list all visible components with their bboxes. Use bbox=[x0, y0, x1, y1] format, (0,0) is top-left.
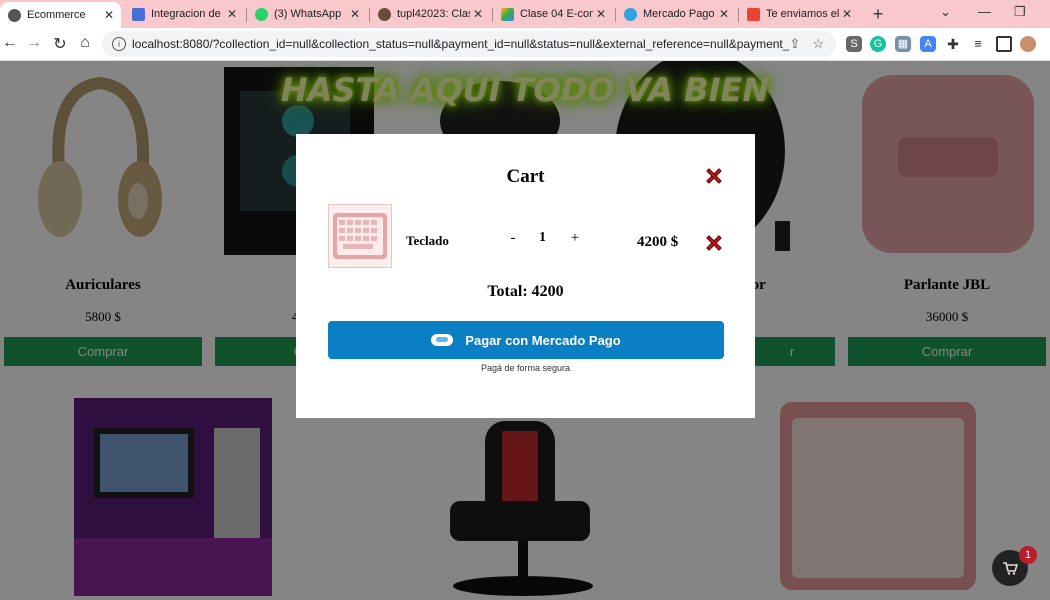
tab-gmail[interactable]: Te enviamos el c ✕ bbox=[739, 2, 859, 26]
info-icon[interactable]: i bbox=[112, 37, 126, 51]
mercado-pago-icon bbox=[624, 7, 637, 21]
item-quantity: 1 bbox=[539, 230, 546, 245]
close-tab-icon[interactable]: ✕ bbox=[593, 7, 609, 21]
minimize-icon[interactable]: — bbox=[978, 4, 991, 19]
forward-icon[interactable]: → bbox=[24, 34, 44, 52]
cart-title: Cart bbox=[506, 166, 545, 187]
close-tab-icon[interactable]: ✕ bbox=[101, 8, 117, 22]
secure-payment-note: Pagá de forma segura bbox=[480, 363, 571, 373]
screen-extension-icon[interactable]: ▦ bbox=[895, 36, 911, 52]
increase-quantity-button[interactable]: + bbox=[568, 230, 582, 247]
restore-icon[interactable]: ❐ bbox=[1014, 4, 1026, 20]
tab-mercado-pago[interactable]: Mercado Pago D ✕ bbox=[616, 2, 736, 26]
drive-icon bbox=[501, 7, 514, 21]
skype-extension-icon[interactable]: S bbox=[846, 36, 862, 52]
cart-count-badge: 1 bbox=[1019, 546, 1037, 564]
close-tab-icon[interactable]: ✕ bbox=[224, 7, 240, 21]
cart-item-name: Teclado bbox=[406, 233, 449, 248]
remove-item-icon[interactable] bbox=[706, 235, 722, 251]
puzzle-icon[interactable]: ✚ bbox=[945, 36, 961, 52]
tab-ecommerce[interactable]: Ecommerce ✕ bbox=[0, 2, 121, 28]
home-icon[interactable]: ⌂ bbox=[75, 34, 95, 52]
new-tab-button[interactable]: + bbox=[868, 4, 888, 25]
cart-modal: Cart Teclado - 1 + 4200 $ Total: 4200 Pa… bbox=[296, 134, 755, 418]
mercado-pago-button-label: Pagar con Mercado Pago bbox=[465, 332, 621, 348]
close-tab-icon[interactable]: ✕ bbox=[716, 7, 732, 21]
whatsapp-icon bbox=[255, 7, 268, 21]
close-tab-icon[interactable]: ✕ bbox=[470, 7, 486, 21]
reading-list-icon[interactable]: ≡ bbox=[970, 36, 986, 52]
back-icon[interactable]: ← bbox=[0, 34, 20, 52]
close-icon[interactable] bbox=[706, 168, 722, 184]
share-icon[interactable]: ⇪ bbox=[789, 36, 800, 52]
tab-clase-04[interactable]: Clase 04 E-comm ✕ bbox=[493, 2, 613, 26]
mercado-pago-button[interactable]: Pagar con Mercado Pago bbox=[328, 321, 724, 359]
side-panel-icon[interactable] bbox=[996, 36, 1012, 52]
cart-total: Total: 4200 bbox=[487, 283, 564, 300]
gmail-icon bbox=[747, 7, 760, 21]
tab-whatsapp[interactable]: (3) WhatsApp ✕ bbox=[247, 2, 367, 26]
cart-icon bbox=[1003, 562, 1018, 575]
address-bar[interactable]: i localhost:8080/?collection_id=null&col… bbox=[102, 31, 836, 57]
tab-strip: Ecommerce ✕ Integracion de m ✕ (3) Whats… bbox=[0, 0, 1050, 28]
url-text: localhost:8080/?collection_id=null&colle… bbox=[132, 37, 790, 51]
globe-icon bbox=[8, 8, 21, 22]
grammarly-extension-icon[interactable]: G bbox=[870, 36, 886, 52]
chevron-down-icon[interactable]: ⌄ bbox=[940, 4, 951, 20]
keyboard-thumbnail bbox=[328, 204, 392, 268]
tab-integracion[interactable]: Integracion de m ✕ bbox=[124, 2, 244, 26]
cart-item-price: 4200 $ bbox=[637, 234, 679, 250]
avatar[interactable] bbox=[1020, 36, 1036, 52]
close-tab-icon[interactable]: ✕ bbox=[347, 7, 363, 21]
close-tab-icon[interactable]: ✕ bbox=[839, 7, 855, 21]
tab-tupl[interactable]: tupl42023: Clase ✕ bbox=[370, 2, 490, 26]
browser-toolbar: ← → ↻ ⌂ i localhost:8080/?collection_id=… bbox=[0, 28, 1050, 61]
classroom-icon bbox=[378, 7, 391, 21]
reload-icon[interactable]: ↻ bbox=[50, 34, 70, 54]
doc-icon bbox=[132, 7, 145, 21]
translate-extension-icon[interactable]: A bbox=[920, 36, 936, 52]
decrease-quantity-button[interactable]: - bbox=[506, 230, 520, 247]
mercado-pago-logo-icon bbox=[431, 334, 454, 346]
star-icon[interactable]: ☆ bbox=[812, 36, 824, 52]
